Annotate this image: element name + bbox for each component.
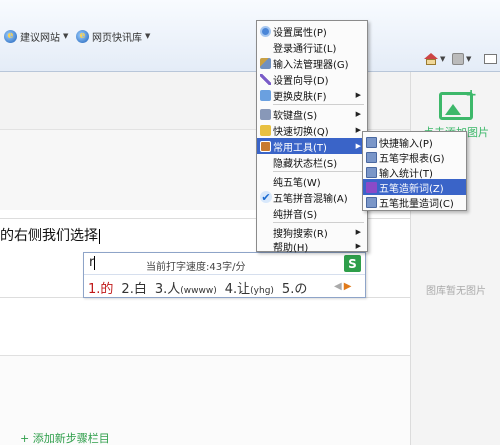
ie-icon: e [4, 29, 17, 43]
submenu-arrow-icon: ▶ [355, 228, 361, 236]
menu-item-pure-pinyin[interactable]: 纯拼音(S) [257, 205, 367, 221]
ime-context-menu: 设置属性(P) 登录通行证(L) 输入法管理器(G) 设置向导(D) 更换皮肤(… [256, 20, 368, 254]
menu-item-settings[interactable]: 设置属性(P) [257, 23, 367, 39]
add-image-icon: + [439, 87, 477, 120]
menu-item-pure-wubi[interactable]: 纯五笔(W) [257, 173, 367, 189]
check-icon: ✔ [260, 190, 272, 204]
ime-composition-row: r 当前打字速度:43字/分 S [84, 253, 365, 275]
feeds-button[interactable]: ▼ [452, 52, 471, 66]
mail-button[interactable] [484, 52, 497, 66]
prev-page-icon[interactable]: ◀ [334, 281, 342, 292]
mail-icon [484, 54, 497, 64]
next-page-icon[interactable]: ▶ [344, 281, 352, 292]
tools-submenu: 快捷输入(P) 五笔字根表(G) 输入统计(T) 五笔造新词(Z) 五笔批量造词… [362, 131, 467, 211]
submenu-arrow-icon: ▶ [355, 142, 361, 150]
ime-candidate[interactable]: 3.人(wwww) [155, 278, 217, 297]
ime-candidate-list: 1.的 2.白 3.人(wwww) 4.让(yhg) 5.の [88, 278, 315, 297]
stats-icon [366, 166, 377, 178]
menu-separator [273, 171, 364, 172]
menu-item-ime-manager[interactable]: 输入法管理器(G) [257, 55, 367, 71]
menu-item-help[interactable]: 帮助(H) ▶ [257, 238, 367, 254]
menu-item-quick-switch[interactable]: 快速切换(Q) ▶ [257, 122, 367, 138]
root-table-icon [366, 151, 377, 163]
sogou-logo-icon[interactable]: S [344, 255, 361, 272]
menu-separator [273, 104, 364, 105]
skin-icon [260, 89, 271, 101]
quick-input-icon [366, 136, 377, 148]
submenu-item-wubi-root-table[interactable]: 五笔字根表(G) [363, 149, 466, 165]
submenu-item-wubi-batch-words[interactable]: 五笔批量造词(C) [363, 194, 466, 210]
ime-candidate[interactable]: 4.让(yhg) [225, 278, 274, 297]
chevron-down-icon: ▼ [440, 55, 446, 63]
ime-page-arrows: ◀ ▶ [334, 281, 351, 292]
gear-icon [260, 25, 271, 37]
add-step-link[interactable]: + 添加新步骤栏目 [20, 430, 110, 445]
ime-candidate[interactable]: 2.白 [121, 278, 146, 297]
menu-item-wubi-pinyin-mixed[interactable]: ✔ 五笔拼音混输(A) [257, 189, 367, 205]
fav-link-suggested-sites[interactable]: e 建议网站 ▼ [4, 28, 68, 44]
browser-toolbar: e 建议网站 ▼ e 网页快讯库 ▼ ▼ ▼ [0, 0, 500, 72]
chevron-down-icon: ▼ [466, 55, 472, 63]
ime-candidate-window: r 当前打字速度:43字/分 S 1.的 2.白 3.人(wwww) 4.让(y… [83, 252, 366, 298]
ime-candidate[interactable]: 5.の [282, 278, 307, 297]
menu-item-login[interactable]: 登录通行证(L) [257, 39, 367, 55]
chevron-down-icon: ▼ [145, 32, 151, 40]
image-sidebar: + 点击添加图片 图库暂无图片 [410, 72, 500, 445]
fav-link-web-slice-gallery[interactable]: e 网页快讯库 ▼ [76, 28, 150, 44]
submenu-arrow-icon: ▶ [355, 242, 361, 250]
rss-icon [452, 53, 464, 65]
home-icon [424, 53, 438, 65]
menu-item-hide-statusbar[interactable]: 隐藏状态栏(S) [257, 154, 367, 170]
menu-item-setup-wizard[interactable]: 设置向导(D) [257, 71, 367, 87]
submenu-arrow-icon: ▶ [355, 110, 361, 118]
tools-icon [260, 57, 271, 69]
submenu-arrow-icon: ▶ [355, 126, 361, 134]
editor-text: 的右侧我们选择 [0, 225, 100, 245]
submenu-item-wubi-new-word[interactable]: 五笔造新词(Z) [363, 179, 466, 195]
fav-link-label: 建议网站 [20, 32, 60, 44]
submenu-item-input-stats[interactable]: 输入统计(T) [363, 164, 466, 180]
menu-separator [273, 222, 364, 223]
no-image-label: 图库暂无图片 [426, 286, 486, 297]
ie-icon: e [76, 29, 89, 43]
ime-candidate[interactable]: 1.的 [88, 278, 113, 297]
new-word-icon [366, 181, 377, 193]
switch-icon [260, 124, 271, 136]
fav-link-label: 网页快讯库 [92, 32, 142, 44]
batch-words-icon [366, 196, 377, 208]
submenu-item-quick-input[interactable]: 快捷输入(P) [363, 134, 466, 150]
chevron-down-icon: ▼ [63, 32, 69, 40]
toolbox-icon [260, 140, 271, 152]
menu-item-change-skin[interactable]: 更换皮肤(F) ▶ [257, 87, 367, 103]
menu-item-common-tools[interactable]: 常用工具(T) ▶ [257, 138, 367, 154]
text-cursor [99, 228, 100, 244]
home-button[interactable]: ▼ [424, 52, 445, 66]
submenu-arrow-icon: ▶ [355, 91, 361, 99]
wand-icon [260, 73, 271, 85]
typing-speed: 当前打字速度:43字/分 [146, 262, 246, 273]
editor-text-content: 的右侧我们选择 [0, 228, 98, 244]
keyboard-icon [260, 108, 271, 120]
ime-composition: r [89, 255, 96, 270]
menu-item-soft-keyboard[interactable]: 软键盘(S) ▶ [257, 106, 367, 122]
